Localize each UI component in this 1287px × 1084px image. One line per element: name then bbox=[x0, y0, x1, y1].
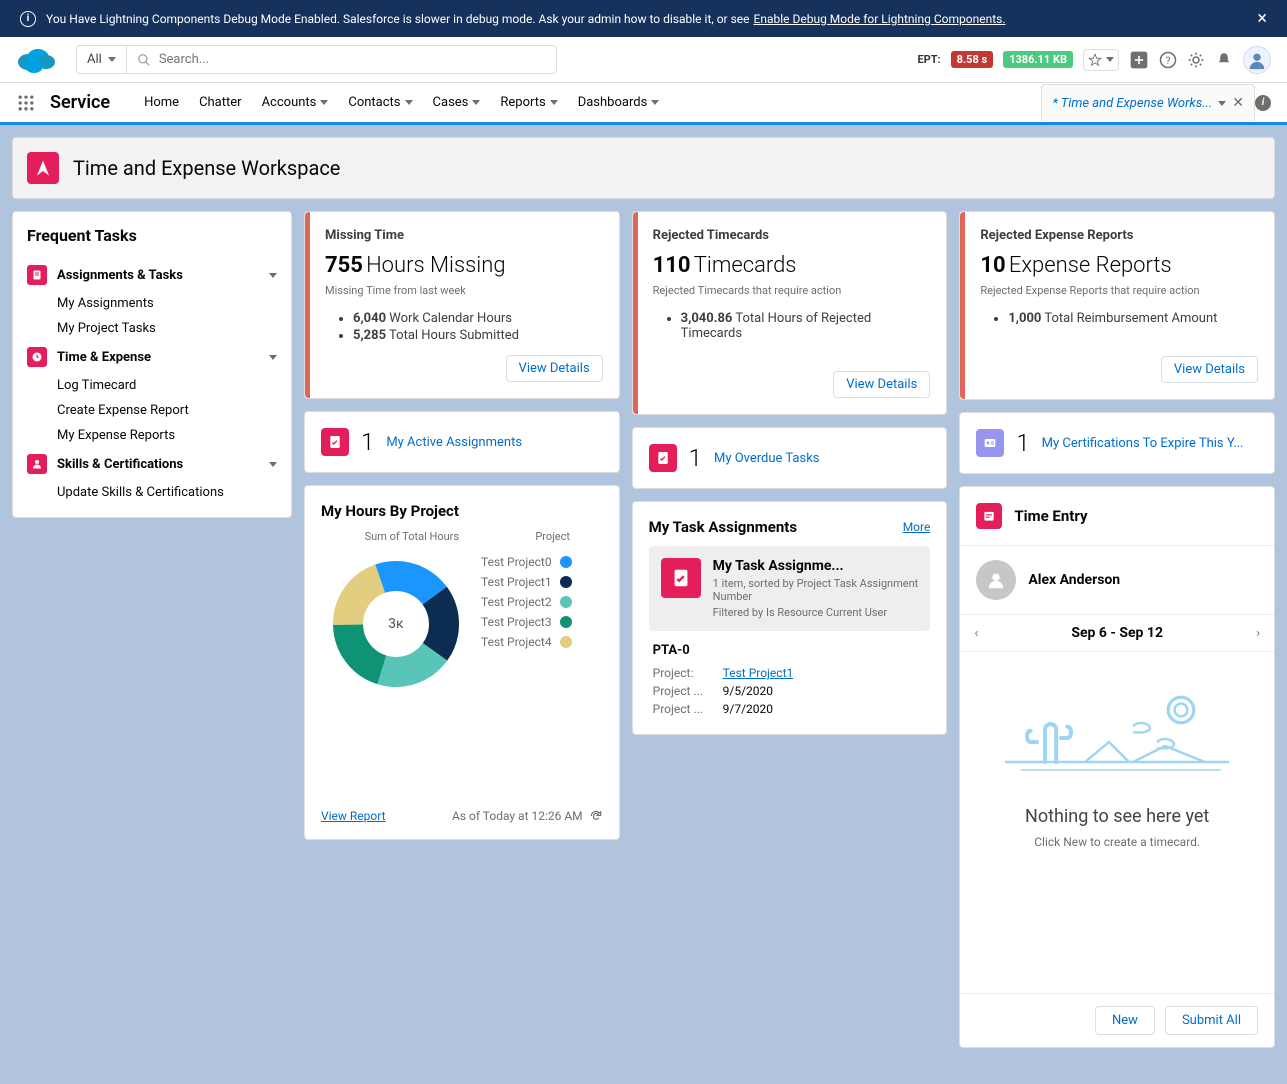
chevron-down-icon bbox=[405, 100, 413, 105]
mini-overdue-tasks: 1 My Overdue Tasks bbox=[632, 427, 948, 489]
time-entry-card: Time Entry Alex Anderson ‹ Sep 6 - Sep 1… bbox=[959, 486, 1275, 1048]
new-timecard-button[interactable]: New bbox=[1095, 1006, 1155, 1035]
chevron-down-icon bbox=[269, 273, 277, 278]
info-icon: i bbox=[20, 11, 36, 27]
close-tab-icon[interactable]: ✕ bbox=[1232, 95, 1244, 111]
mini-link-assignments[interactable]: My Active Assignments bbox=[386, 435, 522, 450]
task-assignments-card: My Task Assignments More My Task Assignm… bbox=[632, 501, 948, 735]
sidebar-link-create-expense[interactable]: Create Expense Report bbox=[27, 398, 277, 423]
salesforce-logo[interactable] bbox=[16, 46, 56, 74]
help-icon[interactable]: ? bbox=[1159, 51, 1177, 69]
kpi-rejected-timecards: Rejected Timecards 110 Timecards Rejecte… bbox=[632, 211, 948, 415]
date-range: Sep 6 - Sep 12 bbox=[1071, 625, 1163, 641]
person-icon bbox=[27, 454, 47, 474]
chevron-down-icon bbox=[472, 100, 480, 105]
sidebar-link-my-project-tasks[interactable]: My Project Tasks bbox=[27, 316, 277, 341]
sidebar-link-my-expense-reports[interactable]: My Expense Reports bbox=[27, 423, 277, 448]
view-details-button[interactable]: View Details bbox=[833, 371, 930, 398]
global-search-input[interactable] bbox=[159, 52, 546, 67]
chevron-down-icon[interactable] bbox=[1218, 101, 1226, 106]
global-nav: Service Home Chatter Accounts Contacts C… bbox=[0, 83, 1287, 125]
nav-contacts[interactable]: Contacts bbox=[338, 83, 422, 122]
page-title: Time and Expense Workspace bbox=[73, 156, 340, 180]
nav-cases[interactable]: Cases bbox=[423, 83, 491, 122]
nav-accounts[interactable]: Accounts bbox=[252, 83, 339, 122]
time-entry-icon bbox=[976, 503, 1002, 529]
chevron-down-icon bbox=[550, 100, 558, 105]
kpi-missing-time: Missing Time 755 Hours Missing Missing T… bbox=[304, 211, 620, 399]
page-header: Time and Expense Workspace bbox=[12, 137, 1275, 199]
banner-close-icon[interactable]: × bbox=[1257, 8, 1267, 29]
sidebar-group-skills[interactable]: Skills & Certifications bbox=[27, 448, 277, 480]
view-report-link[interactable]: View Report bbox=[321, 809, 386, 823]
notification-bell-icon[interactable] bbox=[1215, 51, 1233, 69]
banner-text: You Have Lightning Components Debug Mode… bbox=[46, 12, 750, 26]
app-name: Service bbox=[50, 92, 110, 113]
mini-certifications: 1 My Certifications To Expire This Y... bbox=[959, 412, 1275, 474]
nav-reports[interactable]: Reports bbox=[490, 83, 567, 122]
mini-active-assignments: 1 My Active Assignments bbox=[304, 411, 620, 473]
clipboard-icon bbox=[27, 265, 47, 285]
refresh-icon[interactable] bbox=[589, 809, 603, 823]
chevron-down-icon bbox=[269, 355, 277, 360]
clipboard-icon bbox=[321, 428, 349, 456]
task-more-link[interactable]: More bbox=[903, 520, 931, 534]
global-header: All EPT: 8.58 s 1386.11 KB ? bbox=[0, 37, 1287, 83]
desert-empty-illustration bbox=[997, 686, 1237, 782]
sidebar-title: Frequent Tasks bbox=[13, 212, 291, 259]
hours-by-project-chart: My Hours By Project Sum of Total Hours P… bbox=[304, 485, 620, 840]
view-details-button[interactable]: View Details bbox=[506, 355, 603, 382]
ept-time-badge: 8.58 s bbox=[951, 51, 994, 68]
kpi-rejected-expenses: Rejected Expense Reports 10 Expense Repo… bbox=[959, 211, 1275, 400]
clipboard-check-icon bbox=[661, 558, 701, 598]
prev-week-button[interactable]: ‹ bbox=[974, 626, 978, 641]
search-scope-select[interactable]: All bbox=[76, 45, 127, 74]
ept-label: EPT: bbox=[917, 53, 940, 66]
debug-banner: i You Have Lightning Components Debug Mo… bbox=[0, 0, 1287, 37]
app-launcher-icon[interactable] bbox=[16, 93, 36, 113]
nav-home[interactable]: Home bbox=[134, 83, 189, 122]
ept-mem-badge: 1386.11 KB bbox=[1003, 51, 1073, 68]
time-icon bbox=[27, 347, 47, 367]
submit-all-button[interactable]: Submit All bbox=[1165, 1006, 1258, 1035]
task-list-header: My Task Assignme... 1 item, sorted by Pr… bbox=[649, 546, 931, 631]
person-icon bbox=[976, 560, 1016, 600]
view-details-button[interactable]: View Details bbox=[1161, 356, 1258, 383]
task-project-link[interactable]: Test Project1 bbox=[723, 666, 794, 680]
frequent-tasks-sidebar: Frequent Tasks Assignments & Tasks My As… bbox=[12, 211, 292, 518]
badge-icon bbox=[976, 429, 1004, 457]
favorites-button[interactable] bbox=[1083, 49, 1119, 71]
task-item-title[interactable]: PTA-0 bbox=[653, 643, 927, 658]
svg-text:?: ? bbox=[1166, 53, 1171, 66]
mini-link-certs[interactable]: My Certifications To Expire This Y... bbox=[1042, 436, 1244, 451]
sidebar-link-log-timecard[interactable]: Log Timecard bbox=[27, 373, 277, 398]
sidebar-link-update-skills[interactable]: Update Skills & Certifications bbox=[27, 480, 277, 505]
chevron-down-icon bbox=[1106, 57, 1114, 62]
workspace-icon bbox=[27, 152, 59, 184]
chevron-down-icon bbox=[320, 100, 328, 105]
chevron-down-icon bbox=[108, 57, 116, 62]
time-user-name: Alex Anderson bbox=[1028, 572, 1120, 588]
sidebar-group-assignments[interactable]: Assignments & Tasks bbox=[27, 259, 277, 291]
sidebar-link-my-assignments[interactable]: My Assignments bbox=[27, 291, 277, 316]
workspace-tab[interactable]: * Time and Expense Works... ✕ bbox=[1041, 84, 1255, 121]
nav-help-icon[interactable]: i bbox=[1255, 95, 1271, 111]
banner-link[interactable]: Enable Debug Mode for Lightning Componen… bbox=[754, 12, 1006, 26]
chevron-down-icon bbox=[651, 100, 659, 105]
nav-chatter[interactable]: Chatter bbox=[189, 83, 252, 122]
mini-link-overdue[interactable]: My Overdue Tasks bbox=[714, 451, 820, 466]
nav-dashboards[interactable]: Dashboards bbox=[568, 83, 670, 122]
task-icon bbox=[649, 444, 677, 472]
add-button-icon[interactable] bbox=[1129, 50, 1149, 70]
chevron-down-icon bbox=[269, 462, 277, 467]
user-avatar[interactable] bbox=[1243, 46, 1271, 74]
setup-gear-icon[interactable] bbox=[1187, 51, 1205, 69]
sidebar-group-time-expense[interactable]: Time & Expense bbox=[27, 341, 277, 373]
star-icon bbox=[1088, 53, 1102, 67]
search-icon bbox=[137, 53, 151, 67]
next-week-button[interactable]: › bbox=[1256, 626, 1260, 641]
